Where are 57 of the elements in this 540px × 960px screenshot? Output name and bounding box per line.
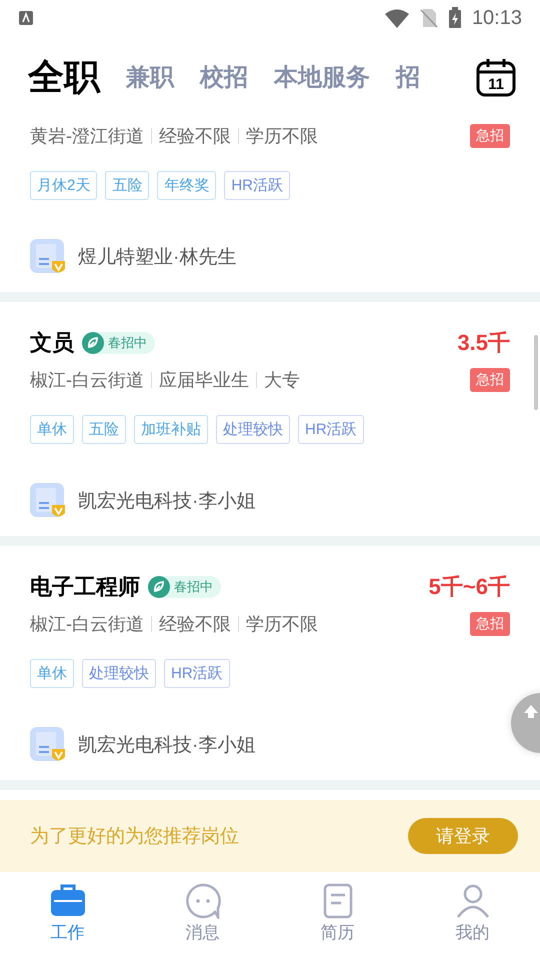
- benefit-tag: 处理较快: [216, 415, 290, 444]
- person-icon: [454, 882, 490, 918]
- chat-bubble-icon: [184, 882, 220, 918]
- urgent-tag: 急招: [470, 368, 510, 392]
- wifi-icon: [384, 8, 410, 28]
- no-sim-icon: [420, 8, 438, 28]
- job-requirement: 应届毕业生: [159, 369, 249, 392]
- benefit-tag: 五险: [82, 415, 126, 444]
- benefit-tag: 年终奖: [157, 171, 216, 200]
- category-tab[interactable]: 兼职: [126, 61, 174, 93]
- nav-tab[interactable]: 工作: [0, 882, 135, 944]
- nav-tab[interactable]: 我的: [405, 882, 540, 944]
- nav-tab[interactable]: 简历: [270, 882, 405, 944]
- benefit-tag: 五险: [105, 171, 150, 200]
- benefit-tag: 单休: [30, 415, 74, 444]
- login-button[interactable]: 请登录: [408, 818, 518, 854]
- company-contact: 凯宏光电科技·李小姐: [78, 734, 256, 758]
- status-badge: 春招中: [82, 332, 155, 354]
- benefit-tag: 处理较快: [82, 659, 156, 688]
- job-requirement: 学历不限: [246, 613, 318, 636]
- benefit-tag: 单休: [30, 659, 74, 688]
- category-tab[interactable]: 招: [396, 61, 420, 93]
- category-tab[interactable]: 校招: [200, 61, 248, 93]
- verified-company-icon: [30, 239, 66, 275]
- salary: 3.5千: [457, 329, 510, 357]
- benefit-tag: HR活跃: [224, 171, 290, 200]
- app-notification-icon: [18, 10, 34, 26]
- benefit-tag: HR活跃: [298, 415, 364, 444]
- job-title: 文员: [30, 329, 74, 357]
- leaf-icon: [82, 332, 104, 354]
- status-time: 10:13: [472, 6, 522, 30]
- nav-tab[interactable]: 消息: [135, 882, 270, 944]
- verified-company-icon: [30, 483, 66, 519]
- benefit-tag: HR活跃: [164, 659, 230, 688]
- leaf-icon: [148, 576, 170, 598]
- arrow-up-icon: [521, 703, 540, 719]
- company-contact: 煜儿特塑业·林先生: [78, 246, 236, 270]
- banner-text: 为了更好的为您推荐岗位: [30, 825, 240, 849]
- job-requirement: 椒江-白云街道: [30, 369, 144, 392]
- briefcase-icon: [50, 882, 86, 918]
- verified-company-icon: [30, 727, 66, 763]
- urgent-tag: 急招: [470, 124, 510, 148]
- job-requirement: 黄岩-澄江街道: [30, 125, 144, 148]
- benefit-tag: 月休2天: [30, 171, 98, 200]
- company-contact: 凯宏光电科技·李小姐: [78, 490, 256, 514]
- benefit-tag: 加班补贴: [134, 415, 208, 444]
- job-requirement: 大专: [264, 369, 300, 392]
- job-requirement: 经验不限: [159, 613, 231, 636]
- category-tab[interactable]: 本地服务: [274, 61, 370, 93]
- status-badge: 春招中: [148, 576, 221, 598]
- job-requirement: 椒江-白云街道: [30, 613, 144, 636]
- job-requirement: 学历不限: [246, 125, 318, 148]
- urgent-tag: 急招: [470, 612, 510, 636]
- job-requirement: 经验不限: [159, 125, 231, 148]
- salary: 5千~6千: [428, 573, 510, 601]
- job-title: 电子工程师: [30, 573, 140, 601]
- battery-charging-icon: [448, 7, 462, 29]
